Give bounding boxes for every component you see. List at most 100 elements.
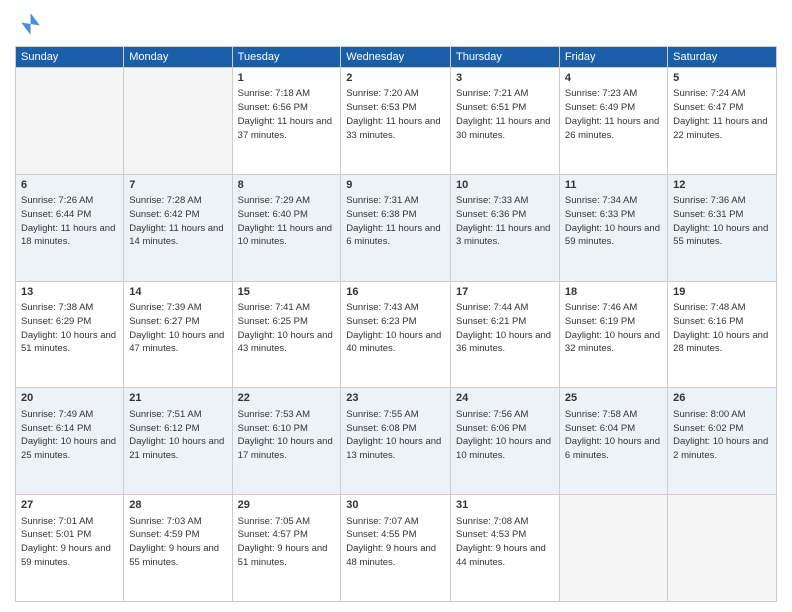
- calendar-cell: 3Sunrise: 7:21 AM Sunset: 6:51 PM Daylig…: [451, 68, 560, 175]
- day-info: Sunrise: 7:46 AM Sunset: 6:19 PM Dayligh…: [565, 302, 660, 354]
- day-number: 2: [346, 71, 445, 86]
- day-info: Sunrise: 7:05 AM Sunset: 4:57 PM Dayligh…: [238, 516, 328, 568]
- calendar-cell: 28 Sunrise: 7:03 AM Sunset: 4:59 PM Dayli…: [124, 495, 232, 602]
- calendar-cell: 16 Sunrise: 7:43 AM Sunset: 6:23 PM Dayli…: [341, 281, 451, 388]
- day-info: Sunrise: 7:55 AM Sunset: 6:08 PM Dayligh…: [346, 409, 441, 461]
- day-info: Sunrise: 7:56 AM Sunset: 6:06 PM Dayligh…: [456, 409, 551, 461]
- calendar-cell: 29 Sunrise: 7:05 AM Sunset: 4:57 PM Dayli…: [232, 495, 341, 602]
- day-number: 27: [21, 498, 118, 513]
- day-info: Sunrise: 7:24 AM Sunset: 6:47 PM Dayligh…: [673, 88, 767, 140]
- day-number: 14: [129, 285, 226, 300]
- header: [15, 10, 777, 38]
- day-number: 12: [673, 178, 771, 193]
- day-info: Sunrise: 7:33 AM Sunset: 6:36 PM Dayligh…: [456, 195, 550, 247]
- day-number: 26: [673, 391, 771, 406]
- calendar-cell: 30 Sunrise: 7:07 AM Sunset: 4:55 PM Dayli…: [341, 495, 451, 602]
- day-number: 20: [21, 391, 118, 406]
- calendar-cell: 24 Sunrise: 7:56 AM Sunset: 6:06 PM Dayli…: [451, 388, 560, 495]
- day-info: Sunrise: 7:49 AM Sunset: 6:14 PM Dayligh…: [21, 409, 116, 461]
- day-number: 23: [346, 391, 445, 406]
- day-number: 5: [673, 71, 771, 86]
- day-info: Sunrise: 7:39 AM Sunset: 6:27 PM Dayligh…: [129, 302, 224, 354]
- day-of-week-header: Wednesday: [341, 47, 451, 68]
- calendar-cell: 20 Sunrise: 7:49 AM Sunset: 6:14 PM Dayli…: [16, 388, 124, 495]
- day-number: 11: [565, 178, 662, 193]
- logo: [15, 10, 47, 38]
- calendar-cell: [668, 495, 777, 602]
- calendar-cell: 5 Sunrise: 7:24 AM Sunset: 6:47 PM Daylig…: [668, 68, 777, 175]
- day-of-week-header: Sunday: [16, 47, 124, 68]
- day-number: 8: [238, 178, 336, 193]
- day-number: 24: [456, 391, 554, 406]
- calendar-cell: 13Sunrise: 7:38 AM Sunset: 6:29 PM Dayli…: [16, 281, 124, 388]
- day-info: Sunrise: 7:28 AM Sunset: 6:42 PM Dayligh…: [129, 195, 223, 247]
- day-of-week-header: Monday: [124, 47, 232, 68]
- calendar-week-row: 20 Sunrise: 7:49 AM Sunset: 6:14 PM Dayli…: [16, 388, 777, 495]
- calendar-week-row: 27Sunrise: 7:01 AM Sunset: 5:01 PM Dayli…: [16, 495, 777, 602]
- day-info: Sunrise: 7:07 AM Sunset: 4:55 PM Dayligh…: [346, 516, 436, 568]
- day-number: 9: [346, 178, 445, 193]
- day-info: Sunrise: 7:44 AM Sunset: 6:21 PM Dayligh…: [456, 302, 551, 354]
- calendar-cell: 25Sunrise: 7:58 AM Sunset: 6:04 PM Dayli…: [559, 388, 667, 495]
- day-number: 22: [238, 391, 336, 406]
- day-number: 29: [238, 498, 336, 513]
- calendar-cell: 19 Sunrise: 7:48 AM Sunset: 6:16 PM Dayli…: [668, 281, 777, 388]
- calendar-cell: 23 Sunrise: 7:55 AM Sunset: 6:08 PM Dayli…: [341, 388, 451, 495]
- day-info: Sunrise: 7:08 AM Sunset: 4:53 PM Dayligh…: [456, 516, 546, 568]
- calendar-cell: 21 Sunrise: 7:51 AM Sunset: 6:12 PM Dayli…: [124, 388, 232, 495]
- calendar-cell: [559, 495, 667, 602]
- calendar-cell: 12 Sunrise: 7:36 AM Sunset: 6:31 PM Dayli…: [668, 174, 777, 281]
- day-info: Sunrise: 7:43 AM Sunset: 6:23 PM Dayligh…: [346, 302, 441, 354]
- day-of-week-header: Saturday: [668, 47, 777, 68]
- calendar-cell: 2 Sunrise: 7:20 AM Sunset: 6:53 PM Daylig…: [341, 68, 451, 175]
- day-info: Sunrise: 7:18 AM Sunset: 6:56 PM Dayligh…: [238, 88, 332, 140]
- calendar-week-row: 1 Sunrise: 7:18 AM Sunset: 6:56 PM Daylig…: [16, 68, 777, 175]
- day-number: 31: [456, 498, 554, 513]
- calendar-cell: 18 Sunrise: 7:46 AM Sunset: 6:19 PM Dayli…: [559, 281, 667, 388]
- page: SundayMondayTuesdayWednesdayThursdayFrid…: [0, 0, 792, 612]
- day-info: Sunrise: 7:21 AM Sunset: 6:51 PM Dayligh…: [456, 88, 550, 140]
- calendar-week-row: 6 Sunrise: 7:26 AM Sunset: 6:44 PM Daylig…: [16, 174, 777, 281]
- calendar-cell: 17 Sunrise: 7:44 AM Sunset: 6:21 PM Dayli…: [451, 281, 560, 388]
- day-number: 6: [21, 178, 118, 193]
- day-info: Sunrise: 7:38 AM Sunset: 6:29 PM Dayligh…: [21, 302, 116, 354]
- calendar-cell: 14 Sunrise: 7:39 AM Sunset: 6:27 PM Dayli…: [124, 281, 232, 388]
- calendar-cell: 11 Sunrise: 7:34 AM Sunset: 6:33 PM Dayli…: [559, 174, 667, 281]
- calendar-cell: 22 Sunrise: 7:53 AM Sunset: 6:10 PM Dayli…: [232, 388, 341, 495]
- day-number: 17: [456, 285, 554, 300]
- day-of-week-header: Tuesday: [232, 47, 341, 68]
- day-number: 15: [238, 285, 336, 300]
- day-number: 18: [565, 285, 662, 300]
- day-of-week-header: Friday: [559, 47, 667, 68]
- day-info: Sunrise: 7:48 AM Sunset: 6:16 PM Dayligh…: [673, 302, 768, 354]
- day-number: 10: [456, 178, 554, 193]
- calendar-cell: 9 Sunrise: 7:31 AM Sunset: 6:38 PM Daylig…: [341, 174, 451, 281]
- calendar-cell: 31 Sunrise: 7:08 AM Sunset: 4:53 PM Dayli…: [451, 495, 560, 602]
- logo-icon: [15, 10, 43, 38]
- day-info: Sunrise: 8:00 AM Sunset: 6:02 PM Dayligh…: [673, 409, 768, 461]
- day-number: 30: [346, 498, 445, 513]
- day-of-week-header: Thursday: [451, 47, 560, 68]
- calendar-cell: 10 Sunrise: 7:33 AM Sunset: 6:36 PM Dayli…: [451, 174, 560, 281]
- day-info: Sunrise: 7:26 AM Sunset: 6:44 PM Dayligh…: [21, 195, 115, 247]
- calendar-cell: 4Sunrise: 7:23 AM Sunset: 6:49 PM Daylig…: [559, 68, 667, 175]
- day-info: Sunrise: 7:51 AM Sunset: 6:12 PM Dayligh…: [129, 409, 224, 461]
- calendar-cell: 15 Sunrise: 7:41 AM Sunset: 6:25 PM Dayli…: [232, 281, 341, 388]
- day-number: 1: [238, 71, 336, 86]
- day-info: Sunrise: 7:53 AM Sunset: 6:10 PM Dayligh…: [238, 409, 333, 461]
- day-info: Sunrise: 7:36 AM Sunset: 6:31 PM Dayligh…: [673, 195, 768, 247]
- day-info: Sunrise: 7:41 AM Sunset: 6:25 PM Dayligh…: [238, 302, 333, 354]
- day-number: 25: [565, 391, 662, 406]
- day-info: Sunrise: 7:34 AM Sunset: 6:33 PM Dayligh…: [565, 195, 660, 247]
- calendar-cell: 7Sunrise: 7:28 AM Sunset: 6:42 PM Daylig…: [124, 174, 232, 281]
- calendar-cell: 1 Sunrise: 7:18 AM Sunset: 6:56 PM Daylig…: [232, 68, 341, 175]
- day-number: 16: [346, 285, 445, 300]
- day-number: 19: [673, 285, 771, 300]
- day-number: 21: [129, 391, 226, 406]
- day-info: Sunrise: 7:03 AM Sunset: 4:59 PM Dayligh…: [129, 516, 219, 568]
- day-info: Sunrise: 7:20 AM Sunset: 6:53 PM Dayligh…: [346, 88, 440, 140]
- calendar-header-row: SundayMondayTuesdayWednesdayThursdayFrid…: [16, 47, 777, 68]
- day-info: Sunrise: 7:31 AM Sunset: 6:38 PM Dayligh…: [346, 195, 440, 247]
- calendar-week-row: 13Sunrise: 7:38 AM Sunset: 6:29 PM Dayli…: [16, 281, 777, 388]
- day-number: 28: [129, 498, 226, 513]
